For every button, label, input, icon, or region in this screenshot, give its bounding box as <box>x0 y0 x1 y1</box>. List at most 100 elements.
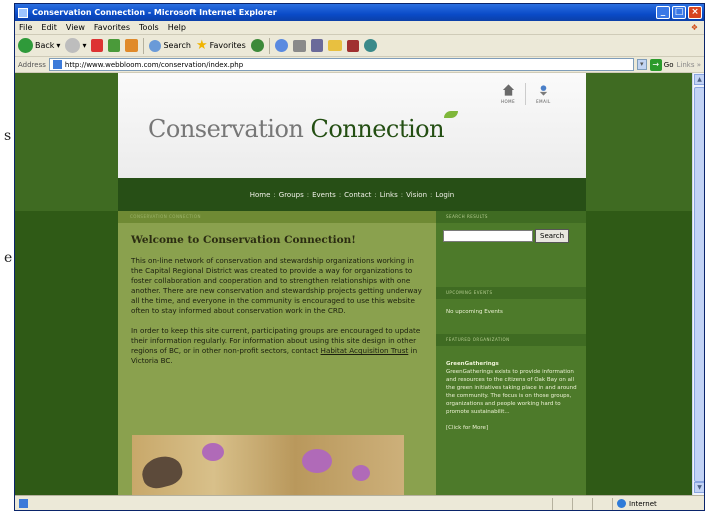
logo-part-1: Conservation <box>148 115 311 143</box>
go-label: Go <box>663 60 674 69</box>
back-button[interactable]: Back ▾ <box>18 38 60 53</box>
menu-tools[interactable]: Tools <box>139 23 159 32</box>
status-bar: Internet <box>15 495 704 510</box>
ie-icon <box>18 7 28 18</box>
history-icon[interactable] <box>274 39 288 52</box>
habitat-acquisition-trust-link[interactable]: Habitat Acquisition Trust <box>321 346 409 355</box>
toolbar-divider <box>268 37 270 54</box>
flower-shape <box>302 449 332 473</box>
sidebar: SEARCH RESULTS Search UPCOMING EVENTS No… <box>436 211 586 495</box>
site-search-input[interactable] <box>443 230 533 242</box>
search-header: SEARCH RESULTS <box>436 211 586 223</box>
forward-button[interactable]: ▾ <box>65 38 86 53</box>
media-icon[interactable] <box>250 39 264 52</box>
close-button[interactable]: × <box>688 6 702 19</box>
header-icon-divider <box>525 83 527 105</box>
menu-favorites[interactable]: Favorites <box>94 23 130 32</box>
nav-separator: : <box>374 190 377 199</box>
status-cell <box>552 497 570 510</box>
site-header: Conservation Connection HOME EMAIL <box>118 73 586 178</box>
home-icon[interactable] <box>125 39 139 52</box>
site-nav: Home: Groups: Events: Contact: Links: Vi… <box>118 178 586 211</box>
status-page-icon <box>19 499 28 508</box>
featured-org-description: GreenGatherings exists to provide inform… <box>446 369 577 415</box>
fragment-letter: s <box>4 128 12 144</box>
back-arrow-icon <box>18 38 33 53</box>
menu-view[interactable]: View <box>66 23 85 32</box>
favorites-label: Favorites <box>209 41 246 50</box>
nav-home[interactable]: Home <box>250 191 271 199</box>
email-link[interactable]: EMAIL <box>536 83 551 105</box>
print-icon[interactable] <box>310 39 323 52</box>
go-button[interactable]: → Go <box>649 58 674 71</box>
fragment-letter: e <box>4 250 13 266</box>
moth-shape <box>138 452 186 492</box>
welcome-title: Welcome to Conservation Connection! <box>131 234 356 246</box>
flower-shape <box>352 465 370 481</box>
address-dropdown-icon[interactable]: ▾ <box>636 59 647 70</box>
search-row: Search <box>436 223 586 287</box>
main-content: CONSERVATION CONNECTION Welcome to Conse… <box>118 211 436 495</box>
home-link-label: HOME <box>501 99 516 104</box>
nav-separator: : <box>306 190 310 199</box>
magnifier-icon <box>149 39 162 52</box>
address-input[interactable]: http://www.webbloom.com/conservation/ind… <box>48 58 634 71</box>
folder-icon[interactable] <box>327 40 342 51</box>
menu-help[interactable]: Help <box>168 23 186 32</box>
nav-separator: : <box>338 190 342 199</box>
nav-groups[interactable]: Groups <box>279 191 304 199</box>
address-label: Address <box>18 60 46 69</box>
search-label: Search <box>163 41 191 50</box>
scroll-up-icon[interactable]: ▲ <box>694 74 704 85</box>
windows-logo-icon: ❖ <box>690 23 698 32</box>
site-logo[interactable]: Conservation Connection <box>148 115 445 143</box>
messenger-icon[interactable] <box>363 39 377 52</box>
page-viewport: Conservation Connection HOME EMAIL Home … <box>15 73 692 495</box>
site-search-button[interactable]: Search <box>535 229 570 243</box>
update-paragraph: In order to keep this site current, part… <box>131 326 424 366</box>
featured-org-name[interactable]: GreenGatherings <box>446 360 578 368</box>
nav-login[interactable]: Login <box>435 191 454 199</box>
house-icon <box>502 84 514 96</box>
flower-shape <box>202 443 224 461</box>
stop-icon[interactable] <box>91 39 104 52</box>
vertical-scrollbar[interactable]: ▲ ▼ <box>692 73 704 495</box>
upcoming-events-text: No upcoming Events <box>446 309 503 315</box>
home-link[interactable]: HOME <box>501 83 515 105</box>
research-icon[interactable] <box>346 39 359 52</box>
nav-events[interactable]: Events <box>312 191 336 199</box>
click-for-more-link[interactable]: [Click for More] <box>446 424 578 432</box>
nav-contact[interactable]: Contact <box>344 191 371 199</box>
featured-org-header: FEATURED ORGANIZATION <box>436 334 586 346</box>
nav-separator: : <box>400 190 404 199</box>
mail-icon[interactable] <box>292 39 306 52</box>
menu-file[interactable]: File <box>19 23 32 32</box>
favorites-button[interactable]: ★ Favorites <box>196 38 246 53</box>
nav-links[interactable]: Links <box>380 191 398 199</box>
menu-edit[interactable]: Edit <box>41 23 57 32</box>
upcoming-events-header: UPCOMING EVENTS <box>436 287 586 299</box>
minimize-button[interactable]: _ <box>656 6 670 19</box>
page-icon <box>52 60 62 69</box>
refresh-icon[interactable] <box>108 39 121 52</box>
back-label: Back <box>35 41 55 50</box>
address-url: http://www.webbloom.com/conservation/ind… <box>64 60 244 69</box>
menu-bar: File Edit View Favorites Tools Help ❖ <box>15 21 704 35</box>
web-page: Conservation Connection HOME EMAIL Home … <box>118 73 586 495</box>
links-button[interactable]: Links » <box>677 61 702 69</box>
email-icon <box>539 85 548 96</box>
email-link-label: EMAIL <box>536 99 551 104</box>
security-zone: Internet <box>612 497 702 510</box>
nav-separator: : <box>273 190 276 199</box>
maximize-button[interactable]: □ <box>672 6 686 19</box>
scroll-thumb[interactable] <box>694 87 704 482</box>
main-section-header: CONSERVATION CONNECTION <box>118 211 436 223</box>
scroll-down-icon[interactable]: ▼ <box>694 482 704 493</box>
toolbar-divider <box>143 37 145 54</box>
nav-vision[interactable]: Vision <box>406 191 427 199</box>
leaf-icon <box>444 111 458 118</box>
search-button[interactable]: Search <box>149 39 191 52</box>
go-arrow-icon: → <box>649 58 662 71</box>
globe-icon <box>617 499 626 508</box>
title-bar: Conservation Connection - Microsoft Inte… <box>15 4 704 21</box>
